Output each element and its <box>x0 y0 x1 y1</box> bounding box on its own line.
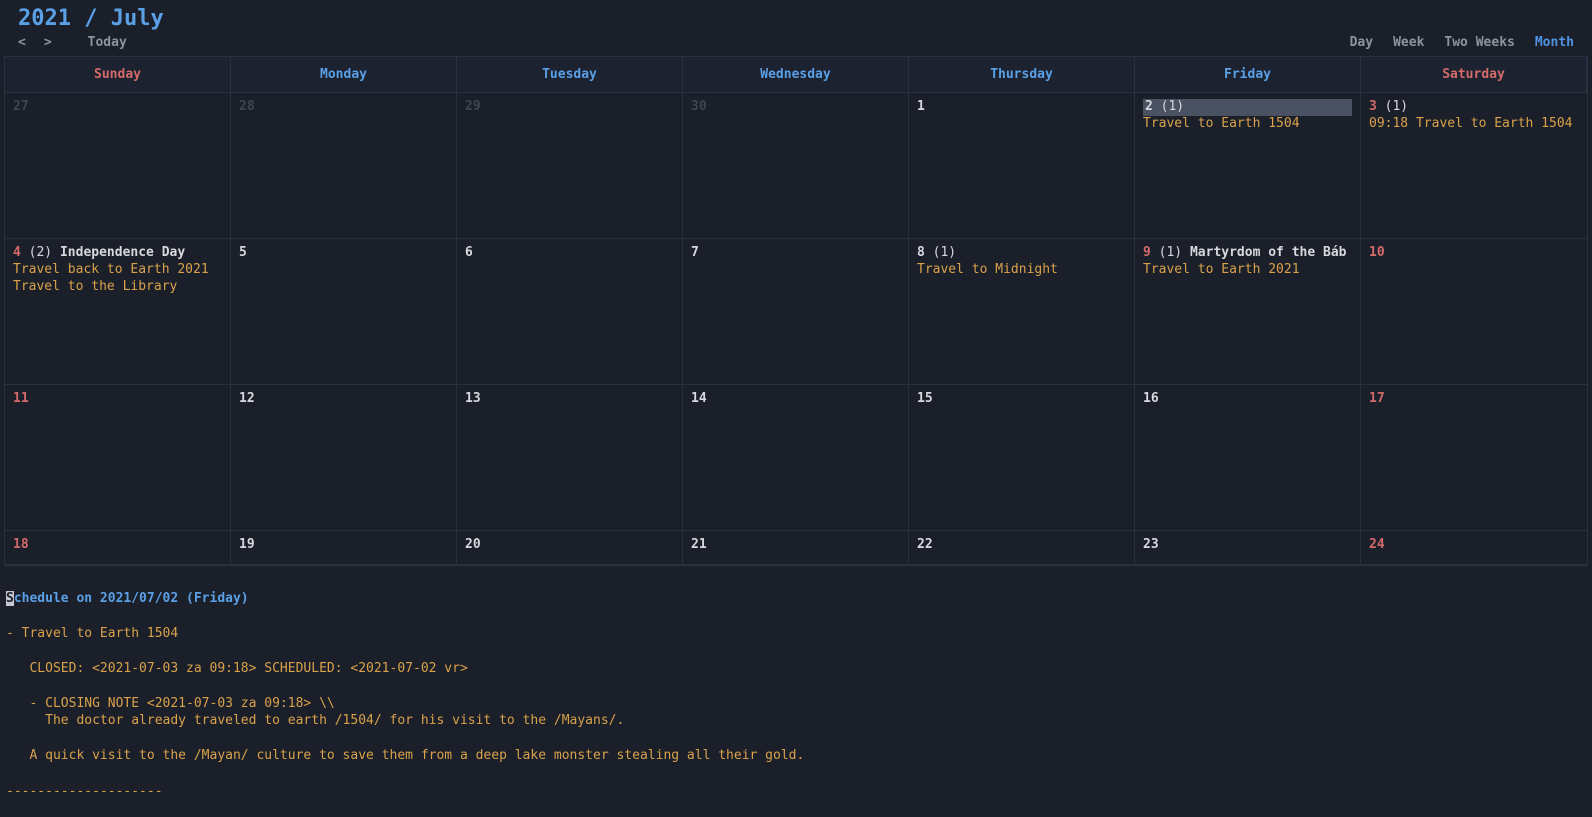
day-cell[interactable]: 4 (2) Independence DayTravel back to Ear… <box>5 239 231 385</box>
weekday-header: Tuesday <box>457 57 683 93</box>
view-two-weeks[interactable]: Two Weeks <box>1444 35 1514 50</box>
day-cell[interactable]: 28 <box>231 93 457 239</box>
weekday-header: Thursday <box>909 57 1135 93</box>
view-week[interactable]: Week <box>1393 35 1424 50</box>
day-cell[interactable]: 6 <box>457 239 683 385</box>
day-cell[interactable]: 5 <box>231 239 457 385</box>
day-cell[interactable]: 17 <box>1361 385 1587 531</box>
detail-closed-line: CLOSED: <2021-07-03 za 09:18> SCHEDULED:… <box>6 661 468 676</box>
calendar-event[interactable]: Travel to Earth 2021 <box>1143 262 1352 279</box>
view-day[interactable]: Day <box>1350 35 1373 50</box>
day-cell[interactable]: 13 <box>457 385 683 531</box>
day-cell[interactable]: 27 <box>5 93 231 239</box>
next-button[interactable]: > <box>44 35 52 50</box>
day-cell[interactable]: 15 <box>909 385 1135 531</box>
calendar-event[interactable]: Travel to Earth 1504 <box>1143 116 1352 133</box>
today-button[interactable]: Today <box>88 35 127 50</box>
calendar-event[interactable]: 09:18 Travel to Earth 1504 <box>1369 116 1579 133</box>
day-cell[interactable]: 19 <box>231 531 457 565</box>
detail-note-line1: - CLOSING NOTE <2021-07-03 za 09:18> \\ <box>6 696 335 711</box>
day-cell[interactable]: 24 <box>1361 531 1587 565</box>
day-cell[interactable]: 22 <box>909 531 1135 565</box>
day-cell[interactable]: 1 <box>909 93 1135 239</box>
day-cell[interactable]: 20 <box>457 531 683 565</box>
calendar-grid: SundayMondayTuesdayWednesdayThursdayFrid… <box>4 56 1588 566</box>
day-cell[interactable]: 16 <box>1135 385 1361 531</box>
weekday-header: Saturday <box>1361 57 1587 93</box>
calendar-event[interactable]: Travel to Midnight <box>917 262 1126 279</box>
detail-item-title: - Travel to Earth 1504 <box>6 626 178 641</box>
day-cell[interactable]: 3 (1)09:18 Travel to Earth 1504 <box>1361 93 1587 239</box>
day-cell[interactable]: 9 (1) Martyrdom of the BábTravel to Eart… <box>1135 239 1361 385</box>
day-cell[interactable]: 12 <box>231 385 457 531</box>
schedule-detail: Schedule on 2021/07/02 (Friday) - Travel… <box>0 566 1592 800</box>
weekday-header: Wednesday <box>683 57 909 93</box>
weekday-header: Sunday <box>5 57 231 93</box>
day-cell[interactable]: 18 <box>5 531 231 565</box>
day-cell[interactable]: 7 <box>683 239 909 385</box>
detail-dashes: -------------------- <box>6 784 163 799</box>
day-cell[interactable]: 8 (1)Travel to Midnight <box>909 239 1135 385</box>
prev-button[interactable]: < <box>18 35 26 50</box>
day-cell[interactable]: 2 (1)Travel to Earth 1504 <box>1135 93 1361 239</box>
day-cell[interactable]: 30 <box>683 93 909 239</box>
calendar-title: 2021 / July <box>0 0 1592 33</box>
detail-note-line2: The doctor already traveled to earth /15… <box>6 713 624 728</box>
day-cell[interactable]: 11 <box>5 385 231 531</box>
detail-title: Schedule on 2021/07/02 (Friday) <box>6 591 249 606</box>
calendar-event[interactable]: Travel back to Earth 2021 <box>13 262 222 279</box>
day-cell[interactable]: 10 <box>1361 239 1587 385</box>
weekday-header: Monday <box>231 57 457 93</box>
view-month[interactable]: Month <box>1535 35 1574 50</box>
calendar-nav: < > Today Day Week Two Weeks Month <box>0 33 1592 56</box>
day-cell[interactable]: 21 <box>683 531 909 565</box>
day-cell[interactable]: 29 <box>457 93 683 239</box>
calendar-event[interactable]: Travel to the Library <box>13 279 222 296</box>
weekday-header: Friday <box>1135 57 1361 93</box>
detail-desc: A quick visit to the /Mayan/ culture to … <box>6 748 804 763</box>
day-cell[interactable]: 14 <box>683 385 909 531</box>
day-cell[interactable]: 23 <box>1135 531 1361 565</box>
